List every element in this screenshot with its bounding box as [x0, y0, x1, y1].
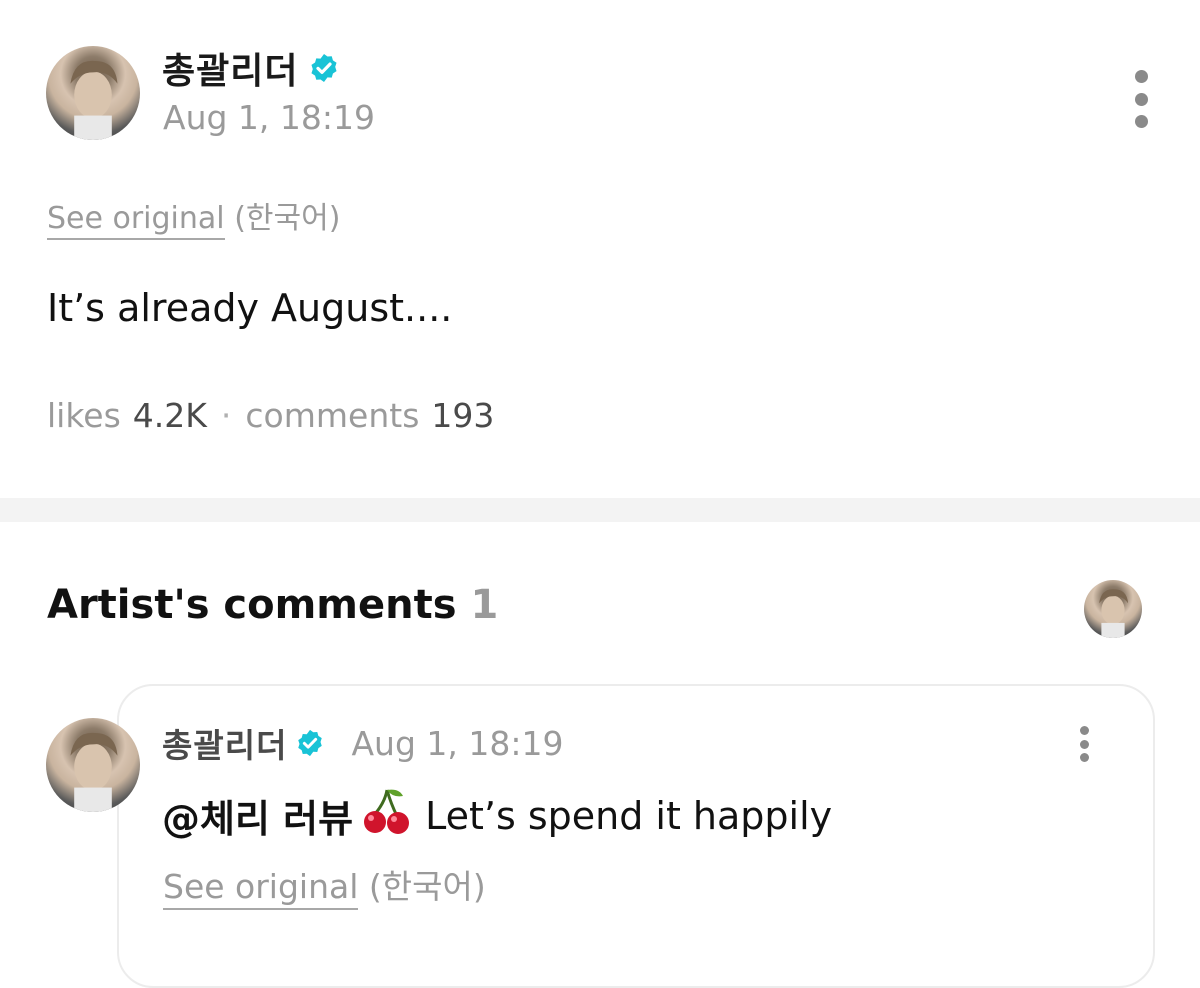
- post-author-avatar[interactable]: [46, 46, 140, 140]
- post-author-name[interactable]: 총괄리더: [162, 42, 298, 94]
- likes-label[interactable]: likes: [47, 396, 121, 435]
- verified-badge-icon: [295, 728, 325, 758]
- section-divider: [0, 498, 1200, 522]
- comments-count[interactable]: 193: [431, 396, 494, 435]
- post-stats: likes 4.2K · comments 193: [47, 396, 494, 435]
- see-original-row: See original (한국어): [47, 193, 341, 240]
- post-body: It’s already August....: [47, 286, 453, 330]
- comments-label[interactable]: comments: [245, 396, 419, 435]
- comment-text: Let’s spend it happily: [425, 793, 833, 838]
- comment-see-original-row: See original (한국어): [163, 860, 486, 910]
- comment-author: 총괄리더 Aug 1, 18:19: [162, 718, 563, 768]
- artist-avatar-small[interactable]: [1084, 580, 1142, 638]
- original-language: (한국어): [234, 201, 341, 236]
- original-language: (한국어): [368, 867, 486, 906]
- comment-body: @체리 러뷰 Let’s spend it happily: [162, 786, 832, 845]
- likes-count[interactable]: 4.2K: [133, 396, 207, 435]
- avatar-image: [70, 732, 118, 812]
- comment-mention[interactable]: @체리 러뷰: [162, 788, 353, 843]
- cherry-emoji-icon: [361, 786, 413, 845]
- artist-comments-header: Artist's comments 1: [47, 582, 498, 628]
- post-author[interactable]: 총괄리더: [162, 40, 340, 96]
- avatar-image: [1099, 589, 1129, 638]
- see-original-link[interactable]: See original: [47, 201, 225, 240]
- more-vertical-icon[interactable]: [1076, 726, 1092, 762]
- comment-timestamp: Aug 1, 18:19: [351, 723, 564, 763]
- avatar-image: [70, 60, 118, 140]
- verified-badge-icon: [308, 52, 340, 84]
- comment-author-name[interactable]: 총괄리더: [162, 719, 287, 767]
- more-vertical-icon[interactable]: [1128, 70, 1154, 128]
- artist-comments-count: 1: [470, 582, 499, 628]
- post-timestamp: Aug 1, 18:19: [163, 98, 376, 137]
- see-original-link[interactable]: See original: [163, 867, 359, 910]
- comment-author-avatar[interactable]: [46, 718, 140, 812]
- artist-comments-title: Artist's comments: [47, 582, 457, 628]
- stats-separator: ·: [220, 396, 232, 435]
